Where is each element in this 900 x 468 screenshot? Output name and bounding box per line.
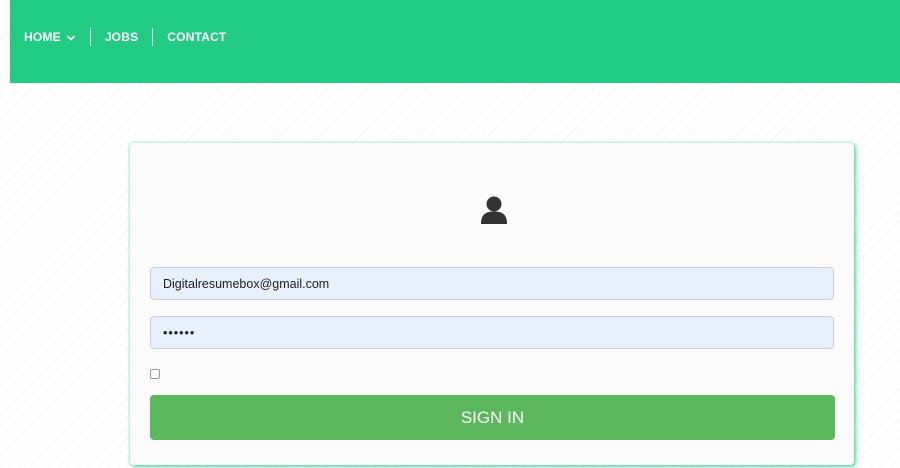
nav-jobs[interactable]: JOBS bbox=[105, 30, 138, 44]
nav-divider bbox=[89, 28, 91, 46]
login-card: SIGN IN bbox=[130, 143, 854, 465]
remember-me-checkbox[interactable] bbox=[150, 369, 160, 379]
nav-home[interactable]: HOME bbox=[24, 30, 76, 44]
top-navbar: HOME JOBS CONTACT bbox=[10, 0, 900, 83]
nav-home-label: HOME bbox=[24, 30, 61, 44]
email-field[interactable] bbox=[150, 267, 834, 300]
nav-divider bbox=[152, 28, 154, 46]
main-nav: HOME JOBS CONTACT bbox=[24, 27, 226, 47]
sign-in-button[interactable]: SIGN IN bbox=[150, 395, 835, 440]
nav-contact[interactable]: CONTACT bbox=[167, 30, 226, 44]
password-field[interactable] bbox=[150, 316, 834, 349]
chevron-down-icon[interactable] bbox=[66, 32, 76, 42]
user-icon bbox=[480, 195, 508, 225]
